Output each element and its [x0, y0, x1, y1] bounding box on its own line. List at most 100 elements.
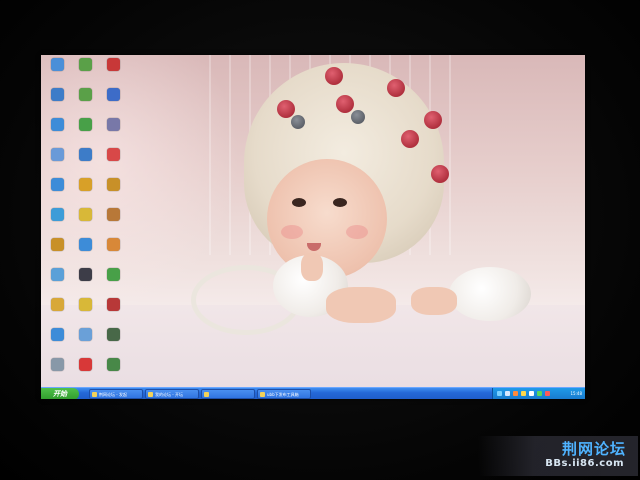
hat-pompom: [336, 95, 354, 113]
watermark-title: 荆网论坛: [561, 440, 626, 458]
desktop-shortcut[interactable]: [72, 238, 98, 266]
app-icon: [106, 328, 120, 341]
app-icon: [50, 268, 64, 281]
network-icon: [50, 58, 64, 71]
recycle-bin-icon: [50, 148, 64, 161]
app-icon: [78, 298, 92, 311]
hat-pompom: [291, 115, 305, 129]
app-icon: [106, 268, 120, 281]
desktop-shortcut[interactable]: [100, 328, 126, 356]
desktop-shortcut[interactable]: [72, 58, 98, 86]
baby-eye: [292, 198, 306, 207]
desktop-shortcut[interactable]: [44, 148, 70, 176]
hat-pompom: [401, 130, 419, 148]
tray-clock[interactable]: 15:48: [570, 388, 582, 399]
taskbar-window-button[interactable]: 荆网论坛 - 发起: [89, 389, 143, 399]
desktop-shortcut[interactable]: [100, 208, 126, 236]
baby-arm: [411, 287, 457, 315]
desktop-shortcut[interactable]: [100, 268, 126, 296]
hat-pompom: [277, 100, 295, 118]
desktop-shortcut[interactable]: [44, 238, 70, 266]
app-icon: [106, 118, 120, 131]
desktop-screen: 开始 荆网论坛 - 发起 我的论坛 - 开坛 ubb下发布工具箱 15:48: [41, 55, 585, 399]
desktop-shortcut[interactable]: [100, 298, 126, 326]
app-icon: [50, 208, 64, 221]
desktop-shortcut[interactable]: [100, 118, 126, 146]
desktop-icon-grid: [44, 58, 124, 372]
desktop-shortcut[interactable]: [44, 118, 70, 146]
computer-icon: [50, 88, 64, 101]
volume-tray-icon[interactable]: [505, 391, 510, 396]
baby-cheek: [346, 225, 368, 239]
app-icon: [106, 148, 120, 161]
taskbar-window-button[interactable]: [201, 389, 255, 399]
hat-pompom: [325, 67, 343, 85]
antivirus-tray-icon[interactable]: [513, 391, 518, 396]
app-icon: [106, 358, 120, 371]
desktop-shortcut[interactable]: [100, 178, 126, 206]
game-icon: [106, 298, 120, 311]
baby-arm: [326, 287, 396, 323]
desktop-shortcut[interactable]: [44, 58, 70, 86]
desktop-shortcut[interactable]: [100, 238, 126, 266]
yarn-ball: [449, 267, 531, 321]
taskbar-window-button[interactable]: 我的论坛 - 开坛: [145, 389, 199, 399]
desktop-shortcut[interactable]: [100, 148, 126, 176]
app-icon: [78, 148, 92, 161]
desktop-shortcut[interactable]: [44, 358, 70, 386]
app-tray-icon[interactable]: [545, 391, 550, 396]
system-tray: 15:48: [492, 388, 585, 399]
baby-eye: [333, 198, 347, 207]
desktop-shortcut[interactable]: [44, 88, 70, 116]
hat-pompom: [351, 110, 365, 124]
desktop-shortcut[interactable]: [100, 358, 126, 386]
app-icon: [50, 328, 64, 341]
document-icon: [50, 358, 64, 371]
folder-icon: [78, 88, 92, 101]
app-icon: [78, 58, 92, 71]
desktop-shortcut[interactable]: [44, 298, 70, 326]
desktop-shortcut[interactable]: [44, 178, 70, 206]
desktop-shortcut[interactable]: [72, 268, 98, 296]
security-tray-icon[interactable]: [537, 391, 542, 396]
desktop-shortcut[interactable]: [72, 88, 98, 116]
network-tray-icon[interactable]: [497, 391, 502, 396]
desktop-shortcut[interactable]: [72, 178, 98, 206]
app-icon: [50, 178, 64, 191]
player-icon: [106, 58, 120, 71]
app-icon: [106, 238, 120, 251]
app-icon: [50, 298, 64, 311]
desktop-shortcut[interactable]: [44, 208, 70, 236]
desktop-shortcut[interactable]: [100, 88, 126, 116]
desktop-shortcut[interactable]: [44, 328, 70, 356]
watermark: 荆网论坛 BBs.ii86.com: [478, 436, 638, 476]
baby-cheek: [281, 225, 303, 239]
hat-pompom: [387, 79, 405, 97]
desktop-shortcut[interactable]: [72, 118, 98, 146]
taskbar-window-button[interactable]: ubb下发布工具箱: [257, 389, 311, 399]
app-icon: [78, 208, 92, 221]
app-icon: [78, 268, 92, 281]
qq-icon: [78, 358, 92, 371]
ime-tray-icon[interactable]: [529, 391, 534, 396]
qq-tray-icon[interactable]: [521, 391, 526, 396]
app-icon: [50, 238, 64, 251]
desktop-shortcut[interactable]: [72, 298, 98, 326]
baby-hand: [301, 253, 323, 281]
app-icon: [106, 88, 120, 101]
start-button[interactable]: 开始: [41, 388, 79, 399]
hat-pompom: [424, 111, 442, 129]
desktop-shortcut[interactable]: [72, 328, 98, 356]
desktop-shortcut[interactable]: [72, 148, 98, 176]
app-icon: [78, 328, 92, 341]
ie-icon: [78, 238, 92, 251]
game-icon: [106, 208, 120, 221]
desktop-shortcut[interactable]: [100, 58, 126, 86]
game-icon: [106, 178, 120, 191]
app-icon: [78, 178, 92, 191]
desktop-shortcut[interactable]: [72, 208, 98, 236]
desktop-shortcut[interactable]: [72, 358, 98, 386]
taskbar: 开始 荆网论坛 - 发起 我的论坛 - 开坛 ubb下发布工具箱 15:48: [41, 387, 585, 399]
desktop-shortcut[interactable]: [44, 268, 70, 296]
app-icon: [78, 118, 92, 131]
